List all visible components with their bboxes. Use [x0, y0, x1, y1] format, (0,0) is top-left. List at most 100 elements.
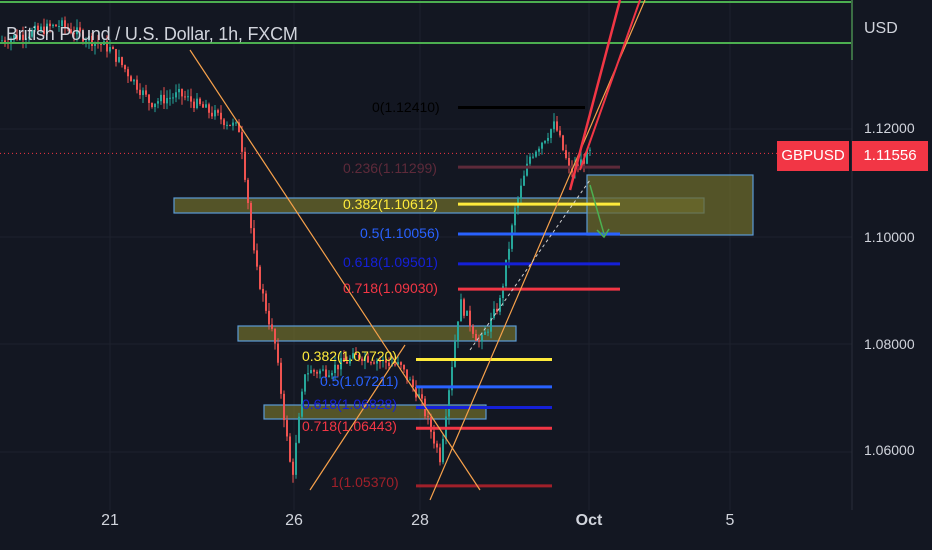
candle-body: [508, 248, 510, 260]
candle-body: [217, 110, 219, 113]
candle-body: [526, 163, 528, 176]
candle-body: [334, 364, 336, 374]
candle-body: [202, 104, 204, 108]
candle-body: [151, 102, 153, 108]
candle-body: [211, 112, 213, 117]
candle-body: [535, 151, 537, 157]
candle-body: [250, 202, 252, 229]
candle-body: [460, 299, 462, 322]
candle-body: [163, 94, 165, 104]
currency-label[interactable]: USD: [864, 20, 898, 38]
candle-body: [442, 438, 444, 463]
candle-body: [400, 362, 402, 365]
candle-body: [160, 94, 162, 102]
candle-body: [277, 343, 279, 363]
candle-body: [322, 369, 324, 371]
current-price-badge: 1.11556: [852, 141, 928, 171]
candle-body: [523, 175, 525, 186]
candle-body: [283, 393, 285, 421]
candle-body: [193, 101, 195, 109]
candle-body: [121, 57, 123, 66]
candle-body: [253, 228, 255, 251]
candle-body: [337, 364, 339, 370]
fib-upper-0: 0(1.12410): [372, 99, 440, 115]
candle-body: [550, 129, 552, 138]
candle-body: [142, 90, 144, 96]
fib-upper-5: 0.718(1.09030): [343, 280, 438, 296]
candle-body: [493, 308, 495, 318]
candle-body: [478, 340, 480, 342]
fib-lower-3: 0.718(1.06443): [302, 418, 397, 434]
price-tick-1: 1.12000: [864, 120, 915, 136]
candle-body: [196, 98, 198, 109]
candle-body: [487, 331, 489, 333]
ticker-badge[interactable]: GBPUSD: [777, 141, 849, 171]
candle-body: [439, 447, 441, 463]
price-tick-4: 1.06000: [864, 442, 915, 458]
candle-body: [274, 328, 276, 344]
candle-body: [223, 119, 225, 126]
candle-body: [214, 110, 216, 117]
fib-lower-1: 0.5(1.07211): [320, 373, 399, 389]
fib-lower-4: 1(1.05370): [331, 474, 399, 490]
candle-body: [226, 124, 228, 126]
candle-body: [310, 370, 312, 374]
candle-body: [589, 149, 591, 151]
price-tick-3: 1.08000: [864, 336, 915, 352]
time-tick-5: 5: [725, 512, 735, 529]
fib-lower-0: 0.382(1.07720): [302, 348, 397, 364]
candle-body: [175, 92, 177, 98]
candle-body: [532, 156, 534, 158]
price-tick-2: 1.10000: [864, 229, 915, 245]
time-tick-1: 21: [101, 512, 119, 529]
candle-body: [265, 293, 267, 311]
candle-body: [148, 94, 150, 103]
candle-body: [112, 46, 114, 49]
price-chart-canvas[interactable]: [0, 0, 932, 550]
candle-body: [118, 57, 120, 62]
candle-body: [457, 321, 459, 342]
candle-body: [529, 156, 531, 164]
candle-body: [433, 431, 435, 444]
candle-body: [511, 225, 513, 249]
candle-body: [181, 89, 183, 97]
chart-window: British Pound / U.S. Dollar, 1h, FXCM US…: [0, 0, 932, 550]
candle-body: [241, 132, 243, 152]
time-tick-2: 26: [285, 512, 303, 529]
candle-body: [295, 442, 297, 475]
candle-body: [178, 89, 180, 93]
candle-body: [262, 288, 264, 294]
candle-body: [481, 334, 483, 342]
candle-body: [127, 69, 129, 77]
candle-body: [235, 122, 237, 124]
candle-body: [259, 266, 261, 289]
candle-body: [172, 97, 174, 99]
candle-body: [256, 250, 258, 267]
candle-body: [448, 390, 450, 417]
candle-body: [229, 124, 231, 126]
candle-body: [427, 416, 429, 418]
time-tick-3: 28: [411, 512, 429, 529]
candle-body: [469, 310, 471, 327]
fib-upper-1: 0.236(1.11299): [343, 160, 437, 176]
candle-body: [190, 96, 192, 102]
fib-upper-4: 0.618(1.09501): [343, 254, 438, 270]
candle-body: [562, 135, 564, 151]
candle-body: [292, 461, 294, 475]
candle-body: [298, 416, 300, 443]
candle-body: [232, 122, 234, 126]
candle-body: [484, 331, 486, 335]
candle-body: [412, 379, 414, 387]
candle-body: [136, 79, 138, 90]
fib-lower-2: 0.618(1.06828): [302, 396, 397, 412]
candle-body: [220, 112, 222, 120]
candle-body: [280, 362, 282, 394]
candle-body: [520, 185, 522, 199]
candle-body: [568, 157, 570, 166]
candle-body: [169, 97, 171, 99]
candle-body: [208, 104, 210, 113]
candle-body: [454, 341, 456, 367]
time-tick-4: Oct: [575, 512, 603, 529]
candle-body: [316, 371, 318, 374]
candle-body: [157, 101, 159, 104]
